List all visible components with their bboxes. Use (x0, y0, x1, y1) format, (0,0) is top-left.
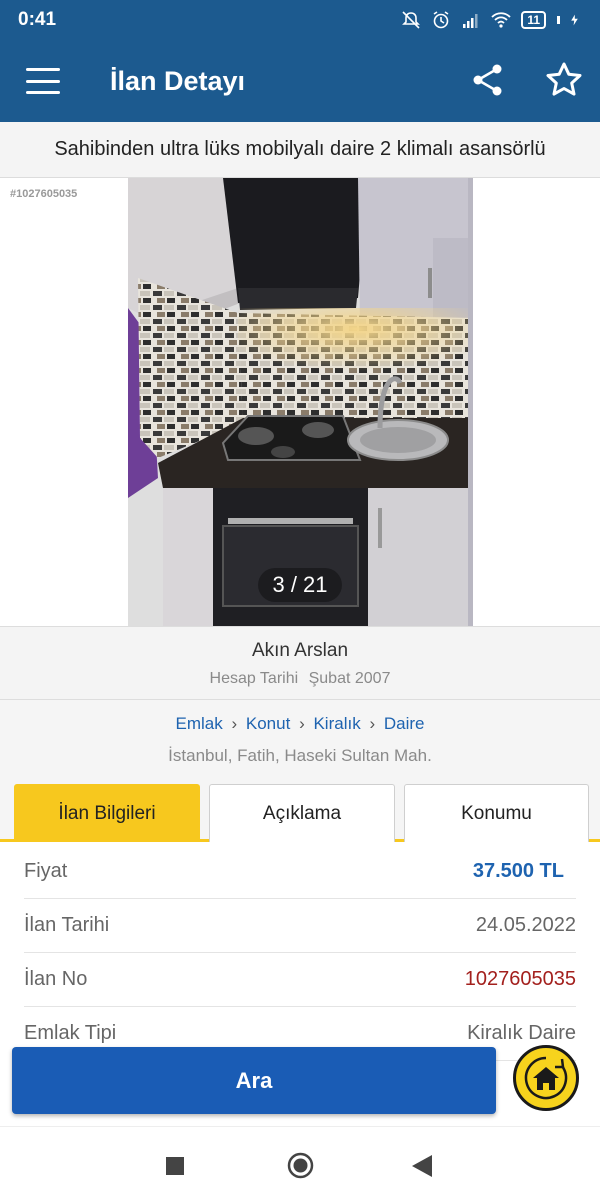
info-row-date: İlan Tarihi 24.05.2022 (24, 899, 576, 953)
breadcrumb-item-daire[interactable]: Daire (384, 714, 425, 733)
breadcrumb-separator: › (299, 714, 305, 733)
signal-icon (463, 14, 478, 28)
page-title: İlan Detayı (110, 65, 246, 96)
status-time: 0:41 (18, 9, 57, 30)
info-key: İlan No (24, 968, 88, 990)
account-date-value: Şubat 2007 (308, 670, 391, 687)
breadcrumb-item-konut[interactable]: Konut (246, 714, 290, 733)
charging-icon (571, 14, 578, 26)
recents-button[interactable] (166, 1157, 184, 1175)
info-row-price: Fiyat 37.500 TL (24, 845, 576, 899)
alarm-icon (433, 11, 449, 29)
home-icon (524, 1056, 568, 1100)
status-icons: 11 (401, 10, 582, 30)
menu-icon[interactable] (26, 68, 60, 94)
tab-aciklama[interactable]: Açıklama (209, 784, 395, 842)
battery-tip (557, 16, 560, 24)
app-bar: İlan Detayı (0, 40, 600, 122)
share-icon[interactable] (470, 62, 506, 98)
battery-icon: 11 (521, 11, 546, 29)
listing-id-label: #1027605035 (10, 188, 78, 200)
status-bar: 0:41 11 (0, 0, 600, 40)
search-button[interactable]: Ara (12, 1047, 496, 1114)
account-date-label: Hesap Tarihi (209, 670, 299, 687)
breadcrumb-item-kiralik[interactable]: Kiralık (313, 714, 360, 733)
category-box: Emlak › Konut › Kiralık › Daire İstanbul… (0, 700, 600, 778)
info-key: Emlak Tipi (24, 1022, 117, 1044)
info-row-listing-no: İlan No 1027605035 (24, 953, 576, 1007)
info-value-date: 24.05.2022 (475, 914, 576, 936)
back-button[interactable] (412, 1155, 432, 1177)
system-nav-bar (0, 1126, 600, 1200)
home-nav-button[interactable] (287, 1152, 314, 1179)
kitchen-photo-image (128, 178, 473, 626)
star-icon[interactable] (545, 61, 583, 99)
detail-tabs: İlan Bilgileri Açıklama Konumu (0, 778, 600, 842)
seller-name[interactable]: Akın Arslan (0, 640, 600, 662)
battery-level: 11 (527, 13, 540, 27)
breadcrumb-separator: › (231, 714, 238, 733)
breadcrumb-separator: › (369, 714, 376, 733)
wifi-icon (491, 12, 511, 28)
home-button[interactable] (513, 1045, 579, 1111)
listing-photo[interactable] (128, 178, 473, 626)
seller-info: Akın Arslan Hesap Tarihi Şubat 2007 (0, 626, 600, 700)
photo-gallery: #1027605035 3 / 21 (0, 178, 600, 626)
info-value-property-type: Kiralık Daire (467, 1022, 576, 1044)
breadcrumb: Emlak › Konut › Kiralık › Daire (0, 714, 600, 734)
breadcrumb-item-emlak[interactable]: Emlak (176, 714, 223, 733)
account-date: Hesap Tarihi Şubat 2007 (0, 670, 600, 688)
listing-title: Sahibinden ultra lüks mobilyalı daire 2 … (0, 122, 600, 178)
photo-counter: 3 / 21 (258, 568, 342, 602)
listing-info-table: Fiyat 37.500 TL İlan Tarihi 24.05.2022 İ… (0, 845, 600, 1061)
notifications-off-icon (402, 11, 421, 29)
info-value-price: 37.500 TL (472, 860, 564, 882)
info-key: Fiyat (24, 860, 68, 882)
tab-konumu[interactable]: Konumu (404, 784, 589, 842)
info-value-listing-no: 1027605035 (464, 968, 576, 990)
tab-ilan-bilgileri[interactable]: İlan Bilgileri (14, 784, 200, 842)
info-key: İlan Tarihi (24, 914, 110, 936)
listing-location: İstanbul, Fatih, Haseki Sultan Mah. (168, 746, 432, 765)
